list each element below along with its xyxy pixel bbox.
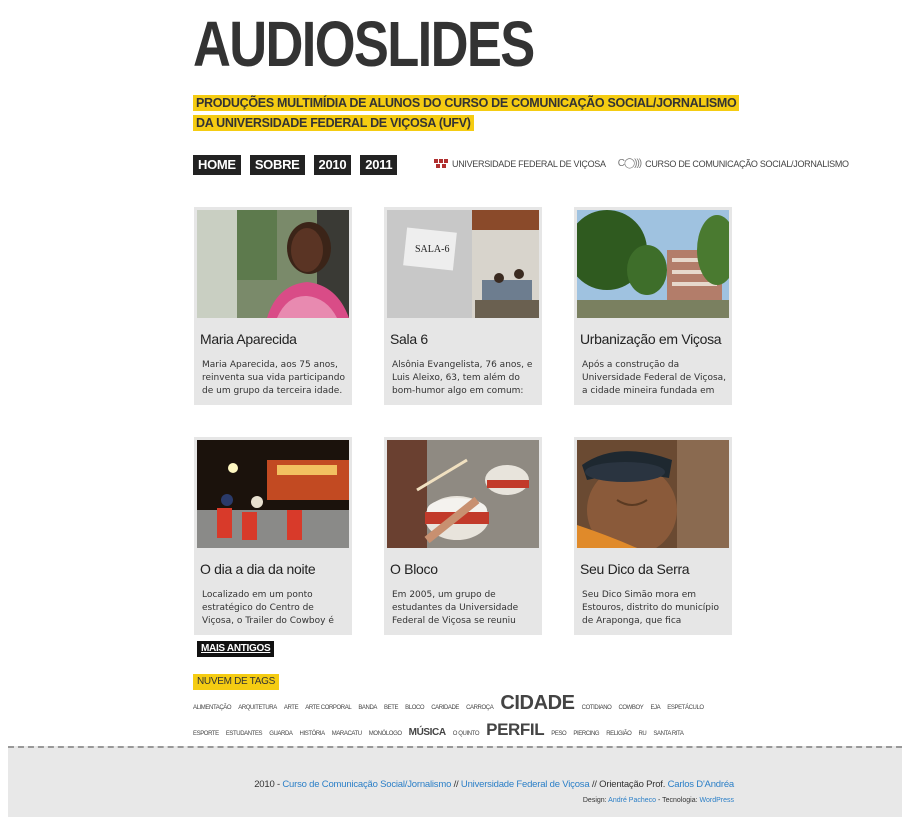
tag-link[interactable]: BLOCO <box>405 705 424 711</box>
nav-2010[interactable]: 2010 <box>313 155 352 175</box>
post-card[interactable]: Maria Aparecida Maria Aparecida, aos 75 … <box>194 207 352 405</box>
tag-link[interactable]: COTIDIANO <box>582 705 612 711</box>
tag-link[interactable]: ESPETÁCULO <box>667 705 704 711</box>
post-title[interactable]: Maria Aparecida <box>200 331 297 347</box>
nav-sobre[interactable]: SOBRE <box>249 155 305 175</box>
tag-link[interactable]: CIDADE <box>500 692 575 714</box>
footer-year: 2010 <box>254 779 275 790</box>
post-title[interactable]: Urbanização em Viçosa <box>580 331 722 347</box>
external-links: UNIVERSIDADE FEDERAL DE VIÇOSA C◯))) CUR… <box>434 158 849 169</box>
nav-2011[interactable]: 2011 <box>360 155 398 175</box>
post-excerpt: Em 2005, um grupo de estudantes da Unive… <box>392 590 519 626</box>
older-posts-button[interactable]: MAIS ANTIGOS <box>197 641 275 657</box>
tag-link[interactable]: MARACATU <box>332 731 362 737</box>
tag-link[interactable]: O QUINTO <box>453 731 480 737</box>
tag-link[interactable]: COWBOY <box>618 705 643 711</box>
post-thumbnail[interactable] <box>197 210 349 318</box>
tag-link[interactable]: HISTÓRIA <box>300 731 326 737</box>
tag-link[interactable]: CARROÇA <box>466 705 494 711</box>
tag-cloud-heading: NUVEM DE TAGS <box>193 674 279 690</box>
tag-link[interactable]: PESO <box>551 731 566 737</box>
post-excerpt: Alsônia Evangelista, 76 anos, e Luis Ale… <box>392 360 533 396</box>
tag-link[interactable]: ARTE CORPORAL <box>305 705 351 711</box>
post-thumbnail[interactable] <box>197 440 349 548</box>
tag-link[interactable]: GUARDA <box>269 731 293 737</box>
ccs-link[interactable]: C◯))) CURSO DE COMUNICAÇÃO SOCIAL/JORNAL… <box>618 158 849 169</box>
footer-design-credits: Design: André Pacheco - Tecnologia: Word… <box>583 797 734 804</box>
post-thumbnail[interactable] <box>577 440 729 548</box>
tag-link[interactable]: ESTUDANTES <box>226 731 263 737</box>
footer-design-label: Design: <box>582 797 609 804</box>
footer-course-link[interactable]: Curso de Comunicação Social/Jornalismo <box>282 779 451 790</box>
footer-designer-link[interactable]: André Pacheco <box>608 797 656 804</box>
footer-separator: // <box>451 779 461 790</box>
tag-link[interactable]: MONÓLOGO <box>369 731 402 737</box>
footer-professor-link[interactable]: Carlos D'Andréa <box>668 779 735 790</box>
site-subtitle-text: PRODUÇÕES MULTIMÍDIA DE ALUNOS DO CURSO … <box>193 95 740 131</box>
post-title[interactable]: O dia a dia da noite <box>200 561 316 577</box>
tag-link[interactable]: SANTA RITA <box>653 731 684 737</box>
site-subtitle: PRODUÇÕES MULTIMÍDIA DE ALUNOS DO CURSO … <box>193 93 740 133</box>
ufv-link[interactable]: UNIVERSIDADE FEDERAL DE VIÇOSA <box>434 158 606 169</box>
tag-link[interactable]: RELIGIÃO <box>606 731 632 737</box>
tag-link[interactable]: RU <box>638 731 646 737</box>
tag-link[interactable]: PERFIL <box>486 720 544 739</box>
tag-link[interactable]: ARQUITETURA <box>238 705 277 711</box>
post-excerpt: Maria Aparecida, aos 75 anos, reinventa … <box>202 360 345 396</box>
site-title[interactable]: AUDIOSLIDES <box>193 8 535 80</box>
footer-wordpress-link[interactable]: WordPress <box>700 797 735 804</box>
post-excerpt: Após a construção da Universidade Federa… <box>582 360 727 396</box>
post-title[interactable]: Sala 6 <box>390 331 428 347</box>
ccs-logo-icon: C◯))) <box>617 158 642 169</box>
post-card[interactable]: SALA-6 Sala 6 Alsônia Evangelista, 76 an… <box>384 207 542 405</box>
tag-link[interactable]: PIERCING <box>573 731 599 737</box>
post-title[interactable]: Seu Dico da Serra <box>580 561 690 577</box>
tag-link[interactable]: ALIMENTAÇÃO <box>193 705 232 711</box>
svg-text:SALA-6: SALA-6 <box>415 244 449 255</box>
post-card[interactable]: O Bloco Em 2005, um grupo de estudantes … <box>384 437 542 635</box>
footer-credits: 2010 - Curso de Comunicação Social/Jorna… <box>254 779 734 790</box>
post-excerpt: Seu Dico Simão mora em Estouros, distrit… <box>582 590 719 626</box>
ccs-link-label: CURSO DE COMUNICAÇÃO SOCIAL/JORNALISMO <box>645 158 849 169</box>
tag-link[interactable]: BANDA <box>358 705 377 711</box>
post-card[interactable]: O dia a dia da noite Localizado em um po… <box>194 437 352 635</box>
tag-link[interactable]: EJA <box>650 705 660 711</box>
footer-orientation-label: // Orientação Prof. <box>589 779 668 790</box>
footer-tech-label: - Tecnologia: <box>656 797 700 804</box>
main-nav: HOME SOBRE 2010 2011 <box>193 155 398 175</box>
footer-ufv-link[interactable]: Universidade Federal de Viçosa <box>461 779 590 790</box>
post-thumbnail[interactable]: SALA-6 <box>387 210 539 318</box>
nav-home[interactable]: HOME <box>193 155 241 175</box>
tag-link[interactable]: ESPORTE <box>193 731 219 737</box>
tag-link[interactable]: BETE <box>384 705 398 711</box>
post-card[interactable]: Urbanização em Viçosa Após a construção … <box>574 207 732 405</box>
post-thumbnail[interactable] <box>577 210 729 318</box>
footer: 2010 - Curso de Comunicação Social/Jorna… <box>8 746 902 817</box>
post-excerpt: Localizado em um ponto estratégico do Ce… <box>202 590 334 626</box>
post-thumbnail[interactable] <box>387 440 539 548</box>
tag-link[interactable]: CARIDADE <box>431 705 459 711</box>
tag-link[interactable]: ARTE <box>284 705 299 711</box>
ufv-logo-icon <box>434 158 448 169</box>
post-card[interactable]: Seu Dico da Serra Seu Dico Simão mora em… <box>574 437 732 635</box>
tag-link[interactable]: MÚSICA <box>409 727 446 738</box>
ufv-link-label: UNIVERSIDADE FEDERAL DE VIÇOSA <box>452 158 606 169</box>
post-title[interactable]: O Bloco <box>390 561 438 577</box>
